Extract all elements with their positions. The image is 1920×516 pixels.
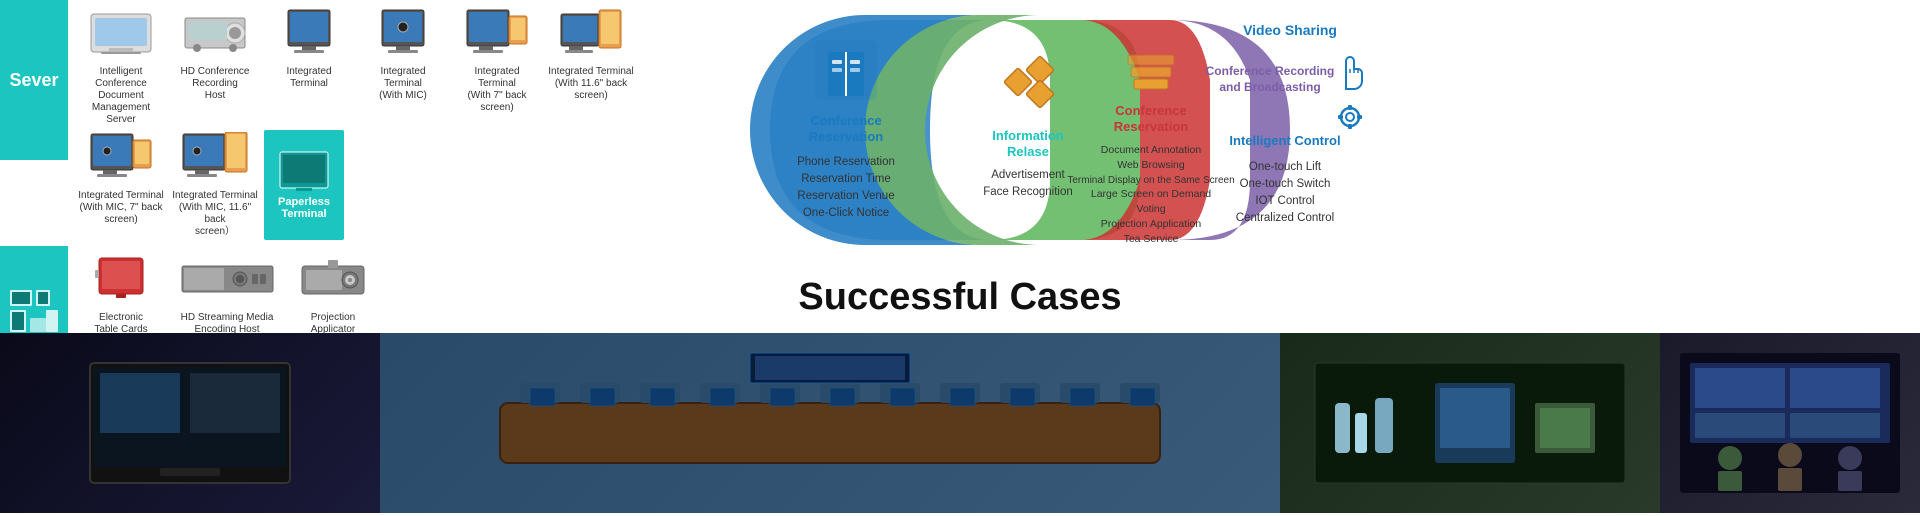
svg-text:Reservation: Reservation	[1114, 119, 1188, 134]
list-item: IntegratedTerminal(With MIC)	[358, 6, 448, 102]
svg-text:Video Sharing: Video Sharing	[1243, 22, 1337, 38]
svg-text:Reservation: Reservation	[809, 129, 883, 144]
svg-text:IOT Control: IOT Control	[1255, 195, 1314, 207]
diagram-panel: Conference Reservation Phone Reservation…	[710, 0, 1390, 260]
svg-text:Tea Service: Tea Service	[1124, 233, 1179, 245]
svg-text:Intelligent Control: Intelligent Control	[1229, 133, 1340, 148]
svg-text:Terminal Display on the Same S: Terminal Display on the Same Screen	[1067, 175, 1234, 186]
svg-text:and Broadcasting: and Broadcasting	[1219, 80, 1320, 94]
list-item: IntegratedTerminal(With 7" backscreen)	[452, 6, 542, 114]
paperless-terminal: PaperlessTerminal	[264, 130, 344, 240]
list-item: HD Conference RecordingHost	[170, 6, 260, 102]
svg-text:Web Browsing: Web Browsing	[1117, 159, 1185, 171]
svg-text:Centralized Control: Centralized Control	[1236, 212, 1334, 224]
svg-text:Voting: Voting	[1136, 203, 1165, 215]
svg-text:One-touch Lift: One-touch Lift	[1249, 161, 1322, 173]
list-item: Integrated Terminal(With MIC, 11.6" back…	[170, 130, 260, 238]
svg-text:One-touch Switch: One-touch Switch	[1240, 178, 1331, 190]
svg-text:Advertisement: Advertisement	[991, 169, 1065, 181]
svg-text:Information: Information	[992, 128, 1064, 143]
successful-cases-section: Successful Cases	[0, 258, 1920, 513]
case-image-4	[1660, 333, 1920, 513]
svg-text:Reservation Time: Reservation Time	[801, 173, 890, 185]
svg-text:Face Recognition: Face Recognition	[983, 186, 1073, 198]
list-item: Intelligent ConferenceDocument Managemen…	[76, 6, 166, 126]
svg-text:Conference: Conference	[810, 113, 882, 128]
svg-text:Conference Recording: Conference Recording	[1206, 64, 1335, 78]
list-item: Integrated Terminal(With MIC, 7" backscr…	[76, 130, 166, 226]
successful-cases-title: Successful Cases	[0, 258, 1920, 333]
server-label: Sever	[0, 0, 68, 160]
case-image-1	[0, 333, 380, 513]
list-item: Integrated Terminal(With 11.6" backscree…	[546, 6, 636, 102]
svg-text:Projection Application: Projection Application	[1101, 218, 1202, 230]
svg-text:Conference: Conference	[1115, 103, 1187, 118]
case-image-2	[380, 333, 1280, 513]
svg-text:Reservation Venue: Reservation Venue	[797, 190, 894, 202]
svg-text:Relase: Relase	[1007, 144, 1049, 159]
svg-text:Document Annotation: Document Annotation	[1101, 144, 1202, 156]
case-image-3	[1280, 333, 1660, 513]
svg-text:Large Screen on Demand: Large Screen on Demand	[1091, 188, 1211, 200]
list-item: IntegratedTerminal	[264, 6, 354, 90]
svg-text:Phone Reservation: Phone Reservation	[797, 156, 895, 168]
svg-text:One-Click Notice: One-Click Notice	[803, 207, 889, 219]
